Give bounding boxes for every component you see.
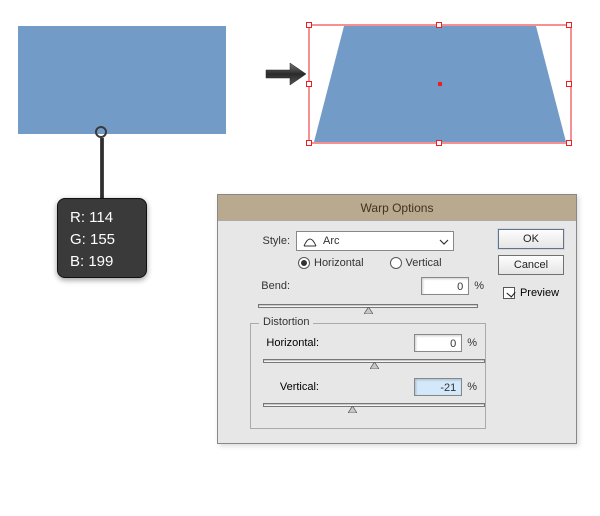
dist-vertical-slider[interactable]: [263, 400, 485, 412]
selection-center-icon: [438, 82, 442, 86]
dialog-title: Warp Options: [218, 195, 576, 221]
selection-handle[interactable]: [566, 140, 572, 146]
pct-label: %: [467, 337, 477, 349]
color-values-box: R: 114 G: 155 B: 199: [57, 198, 147, 278]
bend-slider[interactable]: [258, 301, 478, 313]
slider-thumb-icon: [370, 362, 379, 369]
chevron-down-icon: [439, 237, 449, 247]
ok-button[interactable]: OK: [498, 229, 564, 249]
distortion-group: Distortion Horizontal: 0 % Vertical:: [250, 323, 486, 429]
orientation-vertical[interactable]: Vertical: [390, 257, 442, 269]
color-pin-ring-icon: [95, 126, 107, 138]
color-r: R: 114: [70, 207, 134, 229]
distortion-legend: Distortion: [259, 316, 313, 328]
preview-checkbox[interactable]: Preview: [503, 287, 559, 299]
orientation-horizontal[interactable]: Horizontal: [298, 257, 364, 269]
slider-thumb-icon: [348, 406, 357, 413]
slider-thumb-icon: [364, 307, 373, 314]
selection-handle[interactable]: [306, 140, 312, 146]
dist-vertical-label: Vertical:: [259, 381, 319, 393]
pct-label: %: [474, 280, 484, 292]
selection-handle[interactable]: [566, 81, 572, 87]
selection-handle[interactable]: [566, 22, 572, 28]
selection-handle[interactable]: [306, 22, 312, 28]
preview-label: Preview: [520, 287, 559, 299]
style-value: Arc: [323, 235, 340, 247]
rect-after: [308, 14, 572, 154]
dist-horizontal-input[interactable]: 0: [414, 334, 462, 352]
warp-options-dialog: Warp Options Style: Arc Horizontal: [217, 194, 577, 444]
checkbox-icon: [503, 287, 515, 299]
cancel-button[interactable]: Cancel: [498, 255, 564, 275]
color-pin-line: [100, 138, 104, 200]
bend-input[interactable]: 0: [421, 277, 469, 295]
color-b: B: 199: [70, 251, 134, 273]
dist-vertical-input[interactable]: -21: [414, 378, 462, 396]
dist-horizontal-label: Horizontal:: [259, 337, 319, 349]
dist-horizontal-slider[interactable]: [263, 356, 485, 368]
color-g: G: 155: [70, 229, 134, 251]
orientation-horizontal-label: Horizontal: [314, 257, 364, 269]
orientation-vertical-label: Vertical: [406, 257, 442, 269]
selection-handle[interactable]: [436, 140, 442, 146]
bend-label: Bend:: [232, 280, 290, 292]
arrow-right-icon: [264, 60, 308, 88]
radio-icon: [298, 257, 310, 269]
style-label: Style:: [232, 235, 290, 247]
style-select[interactable]: Arc: [296, 231, 454, 251]
arc-icon: [303, 235, 317, 247]
rect-before: [18, 26, 226, 134]
selection-handle[interactable]: [436, 22, 442, 28]
pct-label: %: [467, 381, 477, 393]
selection-handle[interactable]: [306, 81, 312, 87]
radio-icon: [390, 257, 402, 269]
